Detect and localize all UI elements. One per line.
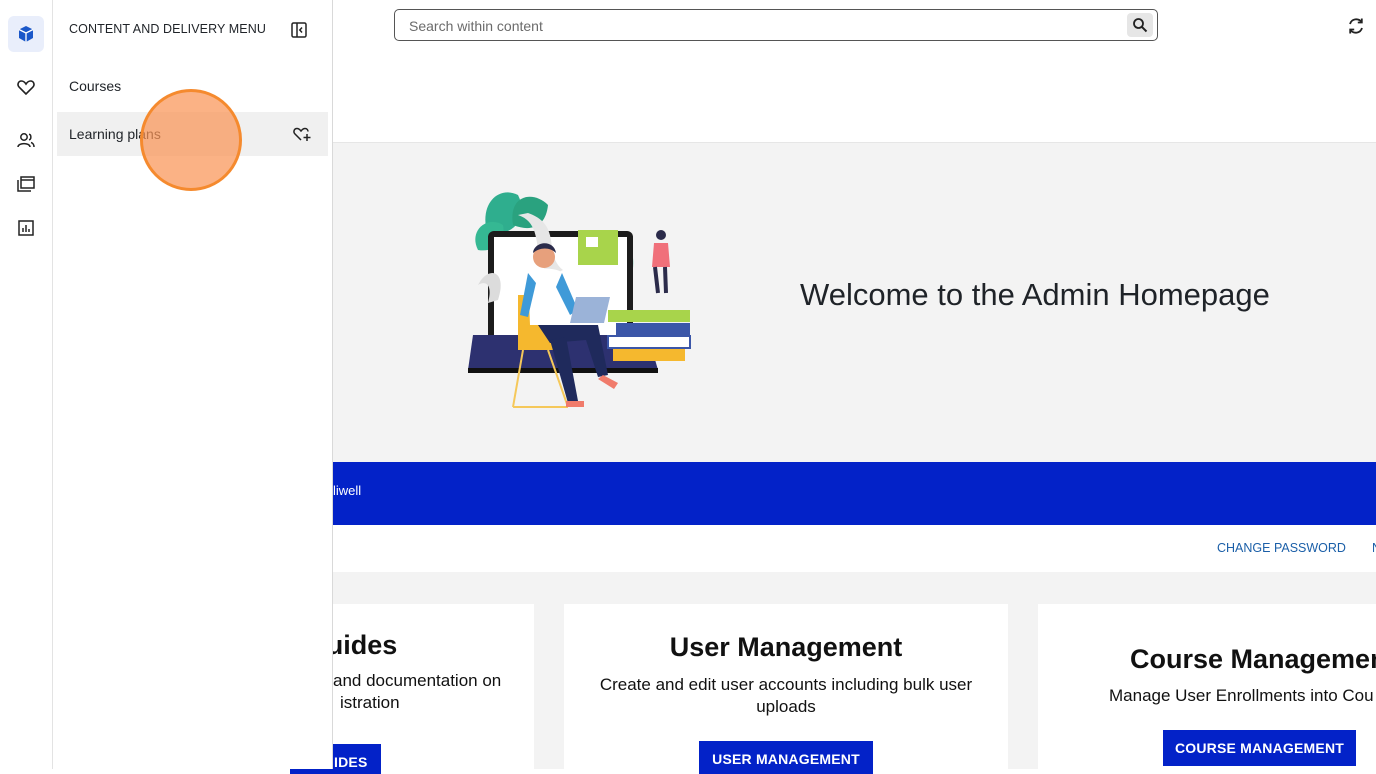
heart-plus-icon: [293, 127, 311, 141]
menu-item-learning-plans[interactable]: Learning plans: [57, 112, 328, 156]
add-favorite-button[interactable]: [292, 124, 312, 144]
user-management-title: User Management: [669, 632, 903, 662]
menu-item-courses[interactable]: Courses: [57, 64, 328, 108]
rail-reports-button[interactable]: [8, 210, 44, 246]
search-button[interactable]: [1127, 13, 1153, 37]
content-delivery-menu: CONTENT AND DELIVERY MENU Courses Learni…: [53, 0, 333, 769]
rail-content-button[interactable]: [8, 16, 44, 52]
guides-card-desc-1: and documentation on: [333, 671, 502, 690]
banner-text: liwell: [333, 483, 362, 498]
icon-rail: [0, 0, 53, 769]
content-cube-icon: [18, 26, 34, 42]
user-management-desc: Create and edit user accounts including …: [599, 675, 973, 716]
reports-chart-icon: [18, 220, 34, 236]
rail-favorites-button[interactable]: [8, 69, 44, 105]
next-link-partial[interactable]: N: [1372, 541, 1376, 555]
hero-illustration: [468, 192, 691, 408]
user-management-button[interactable]: USER MANAGEMENT: [699, 741, 873, 774]
search-icon: [1133, 18, 1148, 33]
menu-item-label: Learning plans: [69, 126, 161, 142]
refresh-button[interactable]: [1345, 15, 1367, 37]
rail-content-library-button[interactable]: [8, 166, 44, 202]
course-management-button[interactable]: COURSE MANAGEMENT: [1163, 730, 1356, 766]
page-title: Welcome to the Admin Homepage: [800, 277, 1270, 312]
course-management-card: Course Managemen Manage User Enrollments…: [1038, 604, 1376, 774]
guides-card-desc-2: istration: [340, 693, 400, 712]
refresh-icon: [1349, 18, 1363, 34]
menu-item-label: Courses: [69, 78, 122, 94]
course-management-desc: Manage User Enrollments into Cou: [1109, 686, 1374, 705]
heart-icon: [17, 80, 35, 96]
course-management-title: Course Managemen: [1130, 644, 1376, 674]
collapse-menu-button[interactable]: [289, 20, 309, 40]
folders-icon: [17, 176, 35, 192]
menu-title: CONTENT AND DELIVERY MENU: [69, 22, 266, 36]
users-icon: [17, 133, 35, 148]
user-management-card: User Management Create and edit user acc…: [564, 604, 1008, 774]
rail-users-button[interactable]: [8, 122, 44, 158]
change-password-link[interactable]: CHANGE PASSWORD: [1217, 541, 1346, 555]
search-input[interactable]: [407, 10, 1121, 42]
panel-collapse-icon: [291, 22, 307, 38]
search-box[interactable]: [394, 9, 1158, 42]
